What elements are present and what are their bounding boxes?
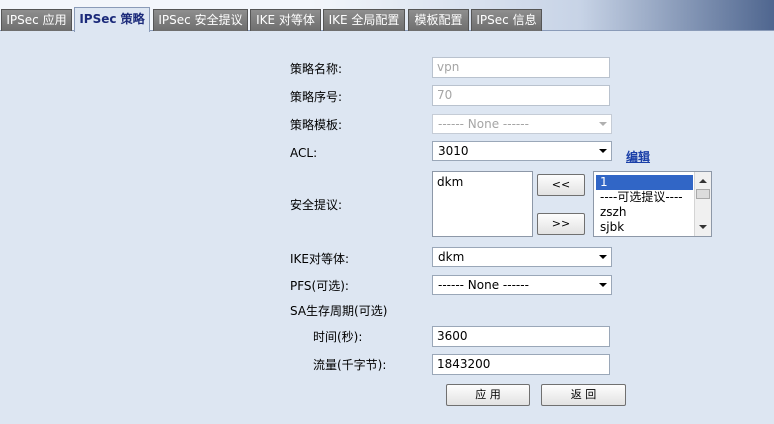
time-input[interactable]: 3600	[432, 326, 610, 347]
list-item[interactable]: 1	[596, 175, 693, 190]
ike-peer-label: IKE对等体:	[290, 252, 350, 266]
add-proposal-button[interactable]: <<	[537, 174, 585, 196]
tab-ike-global[interactable]: IKE 全局配置	[323, 9, 405, 31]
apply-button[interactable]: 应 用	[446, 384, 530, 406]
list-item[interactable]: zszh	[596, 205, 693, 220]
tab-ipsec-apply[interactable]: IPSec 应用	[1, 9, 72, 31]
tab-bar: IPSec 应用 IPSec 策略 IPSec 安全提议 IKE 对等体 IKE…	[0, 0, 774, 32]
ike-peer-select[interactable]: dkm	[432, 247, 612, 267]
pfs-select[interactable]: ------ None ------	[432, 275, 612, 295]
policy-template-label: 策略模板:	[290, 118, 343, 132]
policy-template-value: ------ None ------	[438, 117, 529, 131]
tab-ipsec-policy[interactable]: IPSec 策略	[74, 7, 150, 32]
chevron-down-icon	[595, 276, 611, 294]
selected-proposals-list[interactable]: dkm	[432, 171, 533, 237]
pfs-value: ------ None ------	[438, 278, 529, 292]
policy-template-select[interactable]: ------ None ------	[432, 114, 612, 134]
sa-lifetime-label: SA生存周期(可选)	[290, 304, 388, 318]
traffic-input[interactable]: 1843200	[432, 354, 610, 375]
acl-label: ACL:	[290, 146, 318, 160]
policy-seq-input[interactable]: 70	[432, 85, 610, 106]
time-label: 时间(秒):	[313, 330, 363, 344]
proposal-label: 安全提议:	[290, 198, 343, 212]
policy-name-input[interactable]: vpn	[432, 57, 610, 78]
policy-name-label: 策略名称:	[290, 62, 343, 76]
remove-proposal-button[interactable]: >>	[537, 213, 585, 235]
scrollbar[interactable]	[694, 172, 711, 236]
tab-ipsec-proposal[interactable]: IPSec 安全提议	[153, 9, 248, 31]
list-item[interactable]: sjbk	[596, 220, 693, 235]
chevron-down-icon	[595, 115, 611, 133]
chevron-down-icon	[595, 248, 611, 266]
tab-template-config[interactable]: 模板配置	[408, 9, 469, 31]
list-item[interactable]: dkm	[433, 175, 532, 190]
scroll-down-icon[interactable]	[695, 220, 711, 234]
tab-ipsec-info[interactable]: IPSec 信息	[471, 9, 542, 31]
acl-select[interactable]: 3010	[432, 141, 612, 161]
traffic-label: 流量(千字节):	[313, 358, 387, 372]
policy-seq-label: 策略序号:	[290, 90, 343, 104]
list-item[interactable]: ----可选提议----	[596, 190, 693, 205]
pfs-label: PFS(可选):	[290, 279, 349, 293]
available-proposals-list[interactable]: 1 ----可选提议---- zszh sjbk	[593, 171, 712, 237]
scroll-thumb[interactable]	[696, 189, 710, 199]
tab-ike-peer[interactable]: IKE 对等体	[250, 9, 321, 31]
acl-value: 3010	[438, 144, 469, 158]
chevron-down-icon	[595, 142, 611, 160]
back-button[interactable]: 返 回	[541, 384, 626, 406]
ike-peer-value: dkm	[438, 250, 465, 264]
scroll-up-icon[interactable]	[695, 174, 711, 188]
acl-edit-link[interactable]: 编辑	[626, 148, 650, 165]
